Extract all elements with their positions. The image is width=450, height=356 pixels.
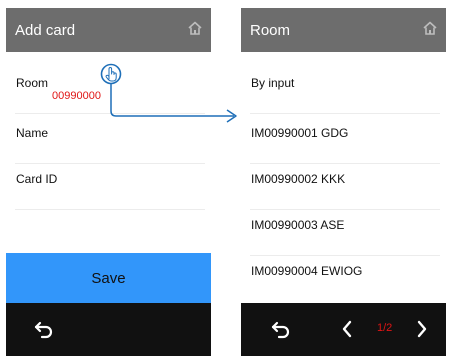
tap-hand-icon[interactable] (100, 63, 122, 85)
save-button[interactable]: Save (6, 253, 211, 303)
page-title: Room (250, 22, 291, 39)
list-item-label: IM00990003 ASE (251, 218, 345, 232)
room-header: Room (241, 8, 446, 52)
list-item-label: IM00990004 EWIOG (251, 264, 363, 278)
list-item-label: IM00990002 KKK (251, 172, 346, 186)
list-item-label: By input (251, 76, 295, 90)
name-field-label: Name (16, 126, 49, 140)
divider (15, 209, 205, 210)
chevron-left-icon[interactable] (338, 318, 356, 340)
room-option[interactable]: IM00990004 EWIOG (241, 252, 446, 302)
add-card-footer (6, 303, 211, 356)
back-arrow-icon[interactable] (32, 318, 56, 340)
home-icon[interactable] (422, 20, 438, 36)
card-id-field[interactable]: Card ID (6, 160, 211, 210)
card-id-field-label: Card ID (16, 172, 58, 186)
arrowhead (226, 109, 237, 123)
list-item-label: IM00990001 GDG (251, 126, 349, 140)
chevron-right-icon[interactable] (413, 318, 431, 340)
back-arrow-icon[interactable] (269, 318, 293, 340)
add-card-screen: Add card Room 00990000 Name Card ID Save (6, 8, 211, 356)
room-field-label: Room (16, 76, 49, 90)
room-option-by-input[interactable]: By input (241, 64, 446, 114)
home-icon[interactable] (187, 20, 203, 36)
page-title: Add card (15, 22, 76, 39)
room-select-screen: Room By input IM00990001 GDG IM00990002 … (241, 8, 446, 356)
page-indicator: 1/2 (377, 322, 393, 334)
add-card-header: Add card (6, 8, 211, 52)
room-field-value: 00990000 (52, 90, 101, 102)
room-footer: 1/2 (241, 303, 446, 356)
room-option[interactable]: IM00990001 GDG (241, 114, 446, 164)
name-field[interactable]: Name (6, 114, 211, 164)
room-option[interactable]: IM00990003 ASE (241, 206, 446, 256)
room-option[interactable]: IM00990002 KKK (241, 160, 446, 210)
